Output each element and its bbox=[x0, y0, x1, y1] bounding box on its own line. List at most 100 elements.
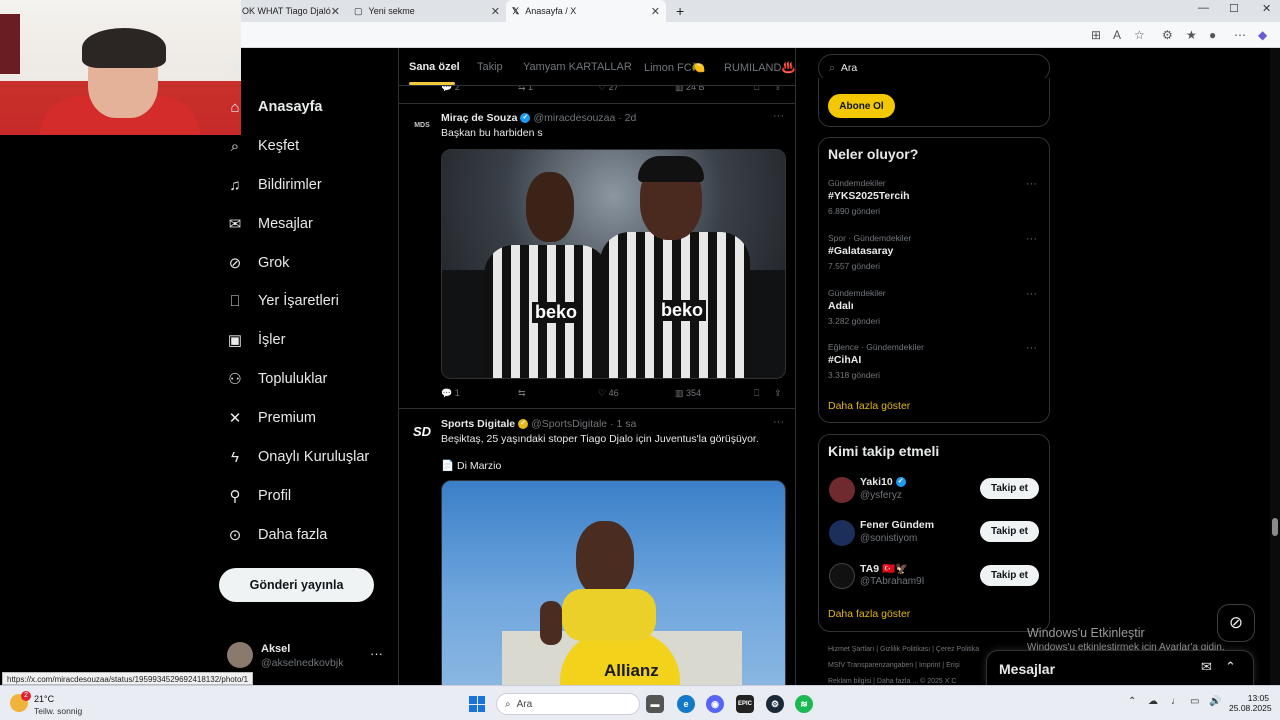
nav-jobs[interactable]: ▣ İşler bbox=[226, 331, 286, 349]
profile-icon[interactable]: ● bbox=[1209, 28, 1216, 42]
nav-home[interactable]: ⌂ Anasayfa bbox=[226, 98, 322, 116]
chevron-up-icon[interactable]: ⌃ bbox=[1225, 659, 1236, 675]
nav-explore[interactable]: ⌕ Keşfet bbox=[226, 137, 299, 155]
footer-link[interactable]: Reklam bilgisi | Daha fazla ... © 2025 X… bbox=[828, 678, 956, 685]
maximize-button[interactable]: ☐ bbox=[1229, 2, 1239, 15]
more-icon[interactable]: ··· bbox=[1026, 233, 1037, 245]
new-tab-button[interactable]: + bbox=[670, 0, 692, 22]
tab-limon-fc[interactable]: Limon FC🍋 bbox=[644, 61, 705, 74]
nav-communities[interactable]: ⚇ Topluluklar bbox=[226, 370, 327, 388]
close-icon[interactable]: ✕ bbox=[331, 5, 340, 18]
discord-icon[interactable]: ◉ bbox=[706, 695, 724, 713]
like-count[interactable]: ♡ 46 bbox=[598, 388, 619, 399]
status-bar-url: https://x.com/miracdesouzaa/status/19599… bbox=[2, 672, 254, 685]
file-explorer-icon[interactable]: ▬ bbox=[646, 695, 664, 713]
messages-drawer[interactable]: Mesajlar ✉ ⌃ bbox=[986, 650, 1254, 686]
tweet-author[interactable]: Miraç de Souza ✓ @miracdesouzaa · 2d bbox=[441, 112, 636, 124]
cloud-icon[interactable]: ☁ bbox=[1148, 696, 1158, 707]
close-icon[interactable]: ✕ bbox=[651, 5, 660, 18]
post-button[interactable]: Gönderi yayınla bbox=[219, 568, 374, 602]
page-scrollbar[interactable] bbox=[1270, 48, 1280, 685]
divider bbox=[399, 103, 795, 104]
scrollbar-thumb[interactable] bbox=[1272, 518, 1278, 536]
more-icon[interactable]: ··· bbox=[370, 646, 383, 661]
edge-browser-icon[interactable]: e bbox=[677, 695, 695, 713]
avatar[interactable] bbox=[829, 563, 855, 589]
footer-link[interactable]: MSfV Transparenzangaben | Imprint | Eriş… bbox=[828, 662, 960, 669]
nav-messages[interactable]: ✉ Mesajlar bbox=[226, 215, 313, 233]
tweet-photo[interactable]: beko beko bbox=[441, 149, 786, 379]
minimize-button[interactable]: — bbox=[1198, 2, 1209, 14]
more-icon[interactable]: ··· bbox=[773, 416, 784, 428]
nav-premium[interactable]: ✕ Premium bbox=[226, 409, 316, 427]
nav-label: Yer İşaretleri bbox=[258, 293, 339, 309]
avatar[interactable]: SD bbox=[411, 420, 433, 442]
spotify-icon[interactable]: ≋ bbox=[795, 695, 813, 713]
tweet-photo[interactable]: Allianz bbox=[441, 480, 786, 685]
read-aloud-icon[interactable]: A bbox=[1113, 28, 1121, 42]
windows-activation-title: Windows'u Etkinleştir bbox=[1027, 626, 1145, 640]
bookmark-icon: ⎕ bbox=[230, 292, 240, 310]
nav-grok[interactable]: ⊘ Grok bbox=[226, 254, 290, 272]
taskbar-clock[interactable]: 13:05 25.08.2025 bbox=[1229, 693, 1272, 713]
trend-count: 3.318 gönderi bbox=[828, 370, 880, 380]
tab-for-you[interactable]: Sana özel bbox=[409, 61, 460, 73]
nav-verified-orgs[interactable]: ϟ Onaylı Kuruluşlar bbox=[226, 448, 369, 466]
nav-profile[interactable]: ⚲ Profil bbox=[226, 487, 292, 505]
follow-button[interactable]: Takip et bbox=[980, 521, 1039, 542]
favorite-star-icon[interactable]: ☆ bbox=[1134, 28, 1145, 42]
grok-button[interactable]: ⊘ bbox=[1217, 604, 1255, 642]
new-message-icon[interactable]: ✉ bbox=[1201, 659, 1212, 675]
tweet-author[interactable]: Sports Digitale ✓ @SportsDigitale · 1 sa bbox=[441, 418, 636, 430]
extensions-icon[interactable]: ⚙ bbox=[1162, 28, 1173, 42]
people-icon: ⚇ bbox=[228, 371, 242, 388]
epic-games-icon[interactable]: EPIC bbox=[736, 695, 754, 713]
nav-notifications[interactable]: ♫ Bildirimler bbox=[226, 176, 321, 194]
taskbar-search[interactable]: ⌕ Ara bbox=[496, 693, 640, 715]
trend-name: #CihAI bbox=[828, 354, 862, 366]
tab-rumiland[interactable]: RUMILAND♨️ bbox=[724, 61, 795, 74]
favorites-icon[interactable]: ★ bbox=[1186, 28, 1197, 42]
close-window-button[interactable]: ✕ bbox=[1262, 2, 1271, 15]
account-switcher[interactable]: Aksel @akselnedkovbjk ··· bbox=[227, 642, 387, 672]
browser-tab-youtube[interactable]: OK WHAT Tiago Djaló is ... ✕ bbox=[236, 0, 346, 22]
x-logo-icon[interactable]: X bbox=[229, 58, 241, 79]
browser-tab-x[interactable]: 𝕏 Anasayfa / X ✕ bbox=[506, 0, 666, 22]
steam-icon[interactable]: ⚙ bbox=[766, 695, 784, 713]
trends-show-more-link[interactable]: Daha fazla göster bbox=[828, 400, 910, 412]
app-icon[interactable]: ⊞ bbox=[1091, 28, 1101, 42]
bookmark-icon[interactable]: ⎕ bbox=[754, 388, 759, 399]
view-count[interactable]: ▥ 354 bbox=[675, 388, 701, 399]
tab-label: OK WHAT Tiago Djaló is ... bbox=[242, 6, 334, 16]
more-icon[interactable]: ··· bbox=[1026, 342, 1037, 354]
who-to-follow-show-more-link[interactable]: Daha fazla göster bbox=[828, 608, 910, 620]
nav-more[interactable]: ⊙ Daha fazla bbox=[226, 526, 328, 544]
speaker-icon[interactable]: 🔊 bbox=[1209, 696, 1221, 707]
more-icon[interactable]: ··· bbox=[1026, 178, 1037, 190]
menu-icon[interactable]: ⋯ bbox=[1234, 28, 1246, 42]
monitor-icon[interactable]: ▭ bbox=[1190, 696, 1199, 707]
microphone-icon[interactable]: ♩ bbox=[1171, 696, 1181, 707]
avatar[interactable] bbox=[829, 477, 855, 503]
home-icon: ⌂ bbox=[230, 98, 240, 116]
more-icon[interactable]: ··· bbox=[773, 110, 784, 122]
more-icon[interactable]: ··· bbox=[1026, 288, 1037, 300]
chevron-up-icon[interactable]: ⌃ bbox=[1128, 696, 1136, 707]
suggestion-name: Yaki10 ✓ bbox=[860, 476, 909, 488]
browser-tab-new[interactable]: ▢ Yeni sekme ✕ bbox=[348, 0, 506, 22]
footer-link[interactable]: Hizmet Şartları | Gizlilik Politikası | … bbox=[828, 646, 979, 653]
reply-count[interactable]: 💬 1 bbox=[441, 388, 460, 399]
avatar[interactable]: MDS bbox=[411, 114, 433, 136]
follow-button[interactable]: Takip et bbox=[980, 565, 1039, 586]
close-icon[interactable]: ✕ bbox=[491, 5, 500, 18]
share-icon[interactable]: ⇪ bbox=[774, 388, 782, 399]
nav-bookmarks[interactable]: ⎕ Yer İşaretleri bbox=[226, 292, 339, 310]
repost-icon[interactable]: ⇆ bbox=[518, 388, 526, 399]
copilot-icon[interactable]: ◆ bbox=[1258, 28, 1267, 42]
avatar[interactable] bbox=[829, 520, 855, 546]
follow-button[interactable]: Takip et bbox=[980, 478, 1039, 499]
tab-following[interactable]: Takip bbox=[477, 61, 503, 73]
start-button[interactable] bbox=[469, 696, 485, 712]
tab-yamyam-kartallar[interactable]: Yamyam KARTALLAR bbox=[523, 61, 632, 73]
subscribe-button[interactable]: Abone Ol bbox=[828, 94, 895, 118]
